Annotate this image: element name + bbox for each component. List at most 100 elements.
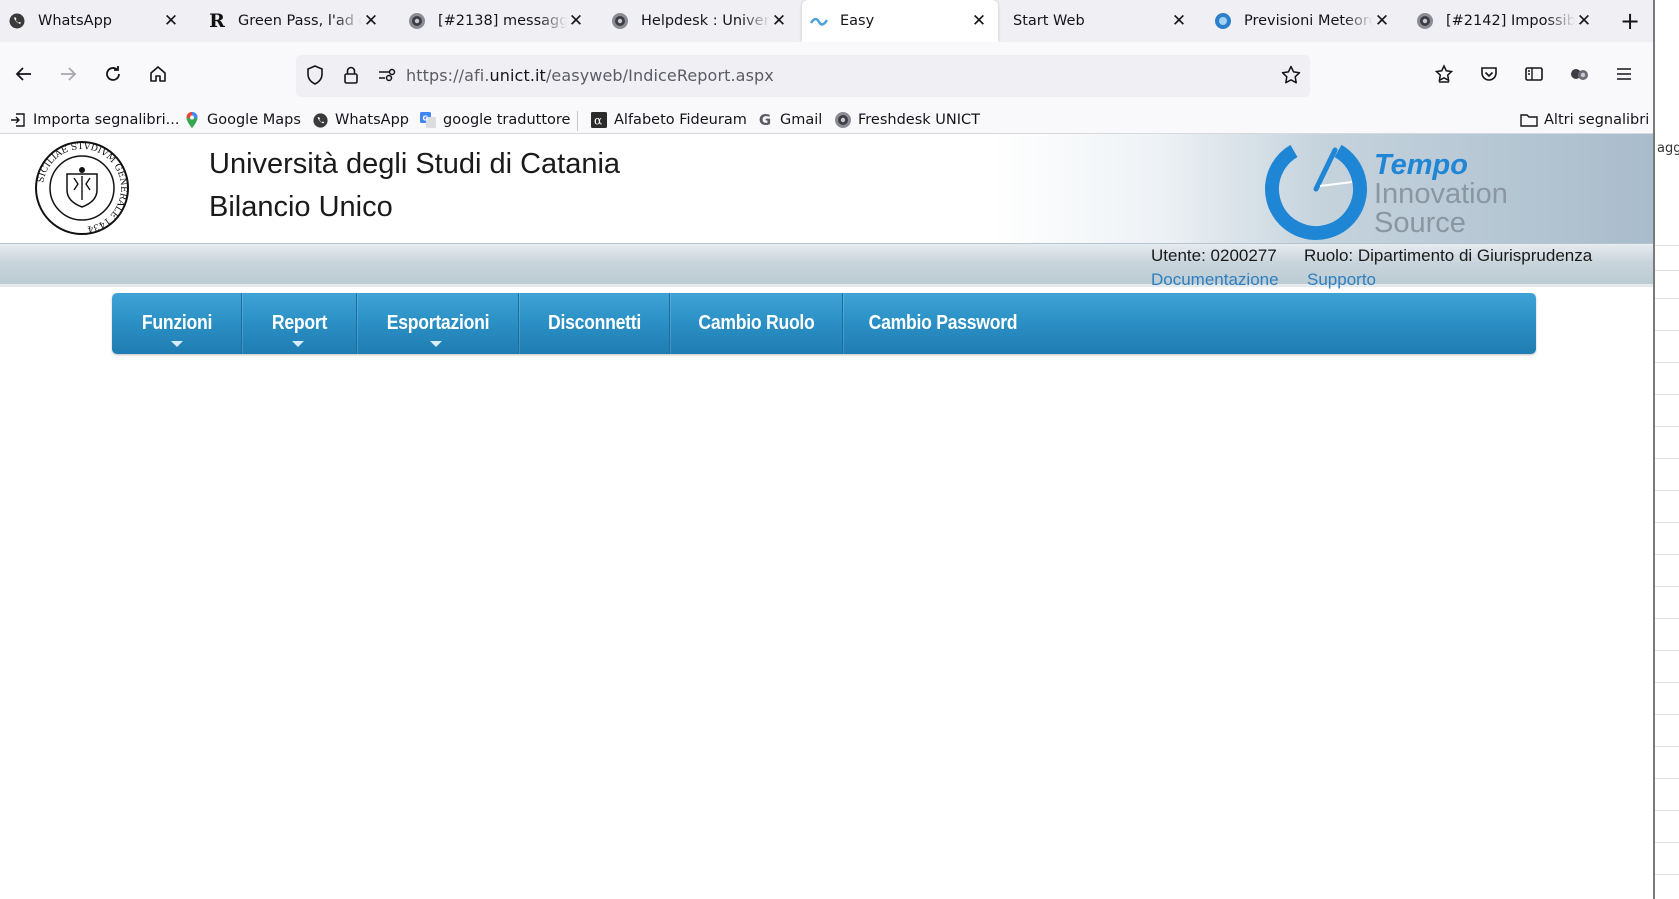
web-page: SICILIAE STVDIVM GENERALE 1434 Universit… [0,134,1653,899]
divider [1655,714,1679,715]
back-button[interactable] [8,58,40,90]
tab-title: [#2138] messaggio [438,13,567,29]
import-icon [9,111,27,129]
divider [1655,810,1679,811]
divider [1655,298,1679,299]
documentazione-link[interactable]: Documentazione [1151,270,1279,290]
pocket-icon [1481,67,1497,81]
sidebar-icon [1525,67,1543,81]
lock-icon[interactable] [340,64,362,90]
url-text[interactable]: https://afi.unict.it/easyweb/IndiceRepor… [406,66,774,85]
extensions-button[interactable] [1563,58,1595,90]
close-icon[interactable]: ✕ [1170,11,1188,31]
tab-title: Start Web [1013,13,1085,29]
freshdesk-icon [611,12,629,30]
sidebar-button[interactable] [1518,58,1550,90]
tab-ticket-2142[interactable]: [#2142] Impossibilità ✕ [1408,0,1603,42]
tempo-innovation-logo: Tempo Innovation Source [1262,136,1522,242]
bookmark-google-maps[interactable]: Google Maps [183,110,301,130]
divider [1655,458,1679,459]
menu-cambio-ruolo[interactable]: Cambio Ruolo [680,293,832,354]
extension-icon [1571,69,1588,80]
reload-icon [106,66,120,81]
pocket-button[interactable] [1473,58,1505,90]
tab-ticket-2138[interactable]: [#2138] messaggio ✕ [400,0,595,42]
bookmark-google-translate[interactable]: G google traduttore [419,110,570,130]
menu-separator [356,293,357,354]
app-menu-button[interactable] [1608,58,1640,90]
freshdesk-icon [408,12,426,30]
bookmark-star-icon[interactable] [1280,64,1302,90]
browser-window: WhatsApp ✕ R Green Pass, l'ad di Kiko ✕ … [0,0,1653,899]
bookmark-whatsapp[interactable]: WhatsApp [311,110,409,130]
home-button[interactable] [142,58,174,90]
bookmark-alfabeto-fideuram[interactable]: α Alfabeto Fideuram [590,110,747,130]
alpha-icon: α [590,111,608,129]
app-subtitle: Bilancio Unico [209,191,393,223]
university-seal-logo: SICILIAE STVDIVM GENERALE 1434 [34,140,130,236]
tab-whatsapp[interactable]: WhatsApp ✕ [0,0,190,42]
tab-easy[interactable]: Easy ✕ [802,0,998,42]
home-icon [150,66,166,82]
user-id: Utente: 0200277 [1151,246,1277,265]
maps-pin-icon [183,111,201,129]
shield-icon[interactable] [304,64,326,90]
background-window-text: aggi. [1657,141,1679,156]
navigation-toolbar: https://afi.unict.it/easyweb/IndiceRepor… [0,42,1653,106]
google-icon: G [758,111,772,129]
divider [1655,362,1679,363]
divider [1655,682,1679,683]
close-icon[interactable]: ✕ [770,11,788,31]
svg-text:Innovation: Innovation [1374,178,1508,210]
chevron-down-icon [430,341,442,347]
close-icon[interactable]: ✕ [162,11,180,31]
bookmark-gmail[interactable]: G Gmail [756,110,822,130]
bookmarks-menu-button[interactable] [1428,58,1460,90]
bookmark-freshdesk[interactable]: Freshdesk UNICT [834,110,980,130]
close-icon[interactable]: ✕ [970,11,988,31]
main-menu: Funzioni Report Esportazioni Disconnetti… [112,293,1536,354]
divider [1655,746,1679,747]
svg-text:α: α [594,114,602,128]
tab-strip: WhatsApp ✕ R Green Pass, l'ad di Kiko ✕ … [0,0,1653,42]
address-bar[interactable]: https://afi.unict.it/easyweb/IndiceRepor… [296,55,1310,97]
divider [1655,330,1679,331]
tab-title: Previsioni Meteorologiche [1244,13,1373,29]
tab-helpdesk[interactable]: Helpdesk : Università ✕ [603,0,798,42]
supporto-link[interactable]: Supporto [1307,270,1376,290]
menu-separator [842,293,843,354]
whatsapp-icon [311,111,329,129]
divider [1655,778,1679,779]
tab-meteo[interactable]: Previsioni Meteorologiche ✕ [1206,0,1401,42]
menu-disconnetti[interactable]: Disconnetti [528,293,661,354]
other-bookmarks[interactable]: Altri segnalibri [1520,110,1649,130]
bookmark-import[interactable]: Importa segnalibri... [9,110,179,130]
user-role: Ruolo: Dipartimento di Giurisprudenza [1304,246,1593,265]
divider [0,284,1653,287]
menu-separator [518,293,519,354]
hamburger-icon [1617,68,1631,80]
site-header: SICILIAE STVDIVM GENERALE 1434 Universit… [0,134,1653,243]
meteo-icon [1214,12,1232,30]
tab-repubblica[interactable]: R Green Pass, l'ad di Kiko ✕ [200,0,390,42]
forward-button[interactable] [52,58,84,90]
background-window-edge: aggi. [1653,0,1679,899]
new-tab-button[interactable]: + [1616,7,1644,35]
freshdesk-icon [834,111,852,129]
tab-title: Helpdesk : Università [641,13,770,29]
reload-button[interactable] [97,58,129,90]
permissions-icon[interactable] [376,64,398,90]
close-icon[interactable]: ✕ [362,11,380,31]
university-name: Università degli Studi di Catania [209,148,621,180]
menu-cambio-password[interactable]: Cambio Password [855,293,1031,354]
divider [1655,522,1679,523]
repubblica-icon: R [209,10,225,32]
divider [1655,394,1679,395]
close-icon[interactable]: ✕ [1373,11,1391,31]
tab-start-web[interactable]: Start Web ✕ [1003,0,1198,42]
divider [1655,245,1679,246]
chevron-down-icon [171,341,183,347]
bookmarks-toolbar: Importa segnalibri... Google Maps WhatsA… [0,106,1653,134]
close-icon[interactable]: ✕ [567,11,585,31]
close-icon[interactable]: ✕ [1575,11,1593,31]
